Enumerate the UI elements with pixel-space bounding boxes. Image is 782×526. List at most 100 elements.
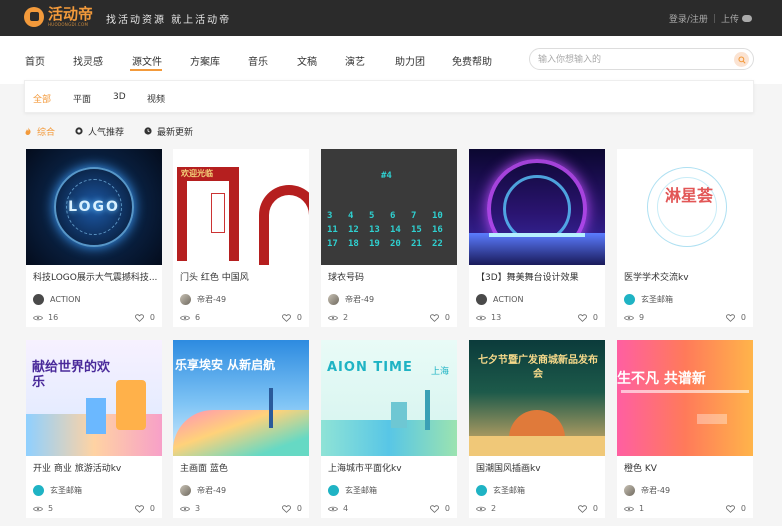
heart-icon — [430, 313, 439, 322]
like-button[interactable]: 0 — [726, 504, 746, 513]
nav-proposals[interactable]: 方案库 — [190, 53, 220, 68]
card-title[interactable]: 开业 商业 旅游活动kv — [33, 461, 157, 474]
resource-card[interactable]: #4 3 4 5 6 7 10 11 12 13 14 15 16 17 18 19 20 21 22 球衣号码 … — [321, 149, 457, 327]
card-title[interactable]: 科技LOGO展示大气震撼科技... — [33, 270, 157, 283]
avatar[interactable] — [476, 485, 487, 496]
author-name[interactable]: ACTION — [50, 295, 80, 304]
nav-home[interactable]: 首页 — [25, 53, 45, 68]
avatar[interactable] — [624, 485, 635, 496]
stage-design-thumb[interactable] — [469, 149, 605, 265]
author-name[interactable]: 玄圣邮箱 — [50, 485, 82, 496]
author-name[interactable]: 帝君-49 — [197, 294, 226, 305]
card-author[interactable]: ACTION — [476, 294, 523, 305]
sort-comprehensive[interactable]: 综合 — [24, 125, 55, 138]
nav-music[interactable]: 音乐 — [248, 53, 268, 68]
card-author[interactable]: ACTION — [33, 294, 80, 305]
flame-icon — [25, 127, 31, 135]
author-name[interactable]: 帝君-49 — [345, 294, 374, 305]
filter-all[interactable]: 全部 — [33, 92, 51, 105]
avatar[interactable] — [624, 294, 635, 305]
card-author[interactable]: 帝君-49 — [180, 294, 226, 305]
like-button[interactable]: 0 — [282, 504, 302, 513]
avatar[interactable] — [180, 485, 191, 496]
card-title[interactable]: 主画面 蓝色 — [180, 461, 304, 474]
guochao-kv-thumb[interactable]: 七夕节暨广发商城新品发布会 — [469, 340, 605, 456]
orange-kv-thumb[interactable]: 生不凡 共谱新 — [617, 340, 753, 456]
filter-flat[interactable]: 平面 — [73, 92, 91, 105]
author-name[interactable]: 玄圣邮箱 — [345, 485, 377, 496]
jersey-number: 12 — [348, 225, 359, 235]
thumb-text: 淋星荟 — [665, 186, 714, 205]
sort-popular[interactable]: 人气推荐 — [75, 125, 124, 138]
author-name[interactable]: ACTION — [493, 295, 523, 304]
shanghai-kv-thumb[interactable]: AION TIME 上海 — [321, 340, 457, 456]
avatar[interactable] — [328, 294, 339, 305]
like-button[interactable]: 0 — [726, 313, 746, 322]
nav-performance[interactable]: 演艺 — [345, 53, 365, 68]
card-title[interactable]: 国潮国风插画kv — [476, 461, 600, 474]
cloud-upload-icon[interactable] — [742, 15, 752, 22]
blue-kv-thumb[interactable]: 乐享埃安 从新启航 — [173, 340, 309, 456]
like-button[interactable]: 0 — [135, 504, 155, 513]
resource-card[interactable]: 淋星荟 医学学术交流kv 玄圣邮箱 9 0 — [617, 149, 753, 327]
jersey-number: 20 — [390, 239, 401, 249]
jersey-numbers-thumb[interactable]: #4 3 4 5 6 7 10 11 12 13 14 15 16 17 18 19 20 21 22 — [321, 149, 457, 265]
author-name[interactable]: 玄圣邮箱 — [493, 485, 525, 496]
resource-card[interactable]: 乐享埃安 从新启航 主画面 蓝色 帝君-49 3 0 — [173, 340, 309, 518]
author-name[interactable]: 玄圣邮箱 — [641, 294, 673, 305]
resource-card[interactable]: LOGO 科技LOGO展示大气震撼科技... ACTION 16 0 — [26, 149, 162, 327]
like-button[interactable]: 0 — [578, 313, 598, 322]
card-title[interactable]: 门头 红色 中国风 — [180, 270, 304, 283]
logo-reveal-thumb[interactable]: LOGO — [26, 149, 162, 265]
card-author[interactable]: 帝君-49 — [180, 485, 226, 496]
card-title[interactable]: 球衣号码 — [328, 270, 452, 283]
card-title[interactable]: 橙色 KV — [624, 461, 748, 474]
like-button[interactable]: 0 — [430, 313, 450, 322]
nav-free-help[interactable]: 免费帮助 — [452, 53, 492, 68]
card-author[interactable]: 帝君-49 — [328, 294, 374, 305]
nav-scripts[interactable]: 文稿 — [297, 53, 317, 68]
like-button[interactable]: 0 — [282, 313, 302, 322]
nav-source-files[interactable]: 源文件 — [132, 53, 162, 68]
card-author[interactable]: 帝君-49 — [624, 485, 670, 496]
search-button[interactable] — [734, 52, 749, 67]
nav-helper-team[interactable]: 助力团 — [395, 53, 425, 68]
card-author[interactable]: 玄圣邮箱 — [624, 294, 673, 305]
card-title[interactable]: 【3D】舞美舞台设计效果 — [476, 270, 600, 283]
eye-icon — [476, 506, 486, 511]
card-title[interactable]: 医学学术交流kv — [624, 270, 748, 283]
card-title[interactable]: 上海城市平面化kv — [328, 461, 452, 474]
card-author[interactable]: 玄圣邮箱 — [476, 485, 525, 496]
resource-card[interactable]: 生不凡 共谱新 橙色 KV 帝君-49 1 0 — [617, 340, 753, 518]
medical-kv-thumb[interactable]: 淋星荟 — [617, 149, 753, 265]
resource-card[interactable]: 献给世界的欢乐 开业 商业 旅游活动kv 玄圣邮箱 5 0 — [26, 340, 162, 518]
avatar[interactable] — [180, 294, 191, 305]
search-input[interactable] — [538, 53, 728, 66]
filter-video[interactable]: 视频 — [147, 92, 165, 105]
card-author[interactable]: 玄圣邮箱 — [328, 485, 377, 496]
red-gate-thumb[interactable]: 欢迎光临 — [173, 149, 309, 265]
card-author[interactable]: 玄圣邮箱 — [33, 485, 82, 496]
resource-card[interactable]: 欢迎光临 门头 红色 中国风 帝君-49 6 0 — [173, 149, 309, 327]
author-name[interactable]: 帝君-49 — [641, 485, 670, 496]
like-count: 0 — [592, 504, 598, 513]
like-button[interactable]: 0 — [430, 504, 450, 513]
site-logo[interactable]: 活动帝 HUODONGDI.COM — [24, 6, 93, 27]
resource-card[interactable]: 七夕节暨广发商城新品发布会 国潮国风插画kv 玄圣邮箱 2 0 — [469, 340, 605, 518]
upload-link[interactable]: 上传 — [721, 12, 739, 25]
eye-icon — [476, 315, 486, 320]
avatar[interactable] — [328, 485, 339, 496]
sort-latest[interactable]: 最新更新 — [144, 125, 193, 138]
author-name[interactable]: 帝君-49 — [197, 485, 226, 496]
filter-3d[interactable]: 3D — [113, 92, 126, 102]
nav-inspiration[interactable]: 找灵感 — [73, 53, 103, 68]
like-button[interactable]: 0 — [135, 313, 155, 322]
avatar[interactable] — [33, 294, 44, 305]
login-link[interactable]: 登录/注册 — [669, 12, 708, 25]
opening-kv-thumb[interactable]: 献给世界的欢乐 — [26, 340, 162, 456]
resource-card[interactable]: AION TIME 上海 上海城市平面化kv 玄圣邮箱 4 0 — [321, 340, 457, 518]
resource-card[interactable]: 【3D】舞美舞台设计效果 ACTION 13 0 — [469, 149, 605, 327]
avatar[interactable] — [33, 485, 44, 496]
avatar[interactable] — [476, 294, 487, 305]
like-button[interactable]: 0 — [578, 504, 598, 513]
